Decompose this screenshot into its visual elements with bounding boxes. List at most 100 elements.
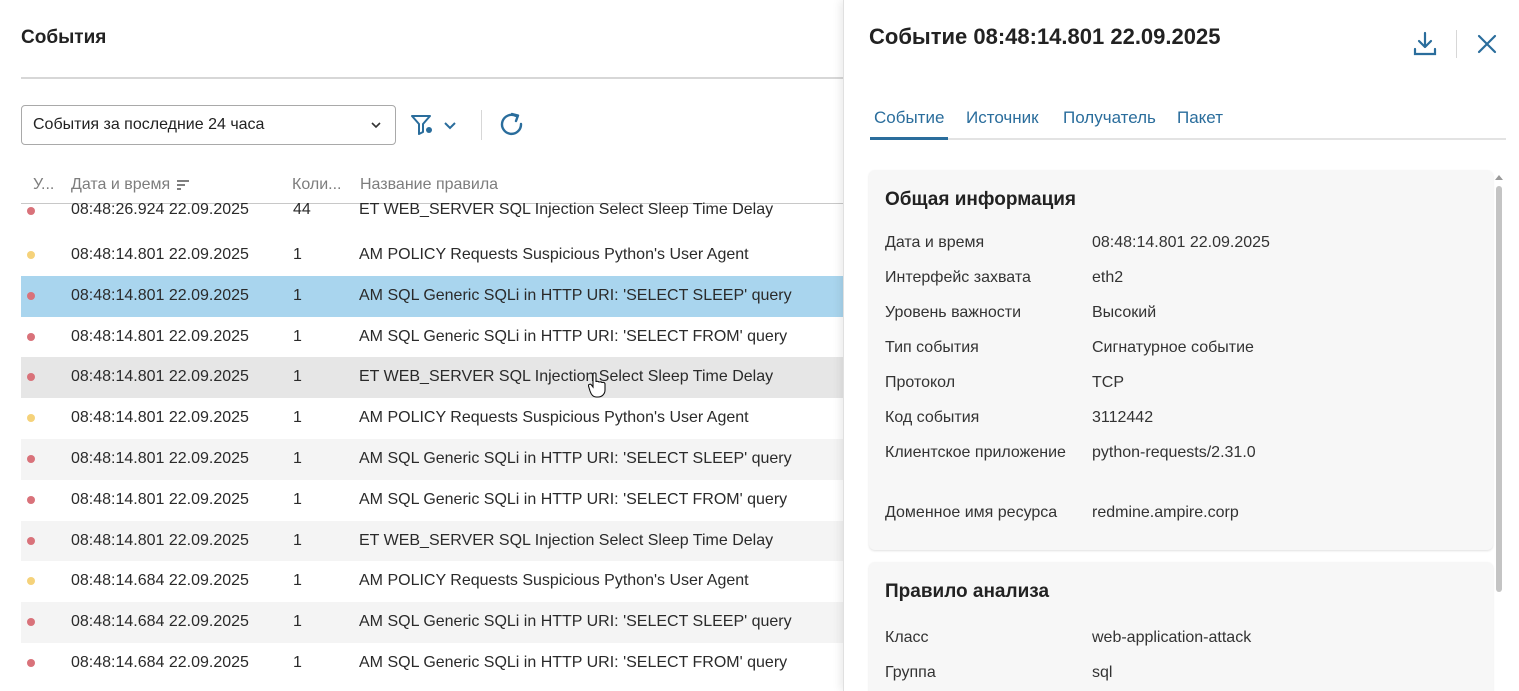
cell-datetime: 08:48:14.801 22.09.2025 — [71, 368, 249, 386]
column-header-status[interactable]: У... — [33, 176, 54, 194]
severity-dot — [27, 251, 35, 259]
page-title: События — [21, 27, 107, 48]
table-row[interactable]: 08:48:14.684 22.09.2025 1 AM POLICY Reques… — [21, 561, 843, 602]
field-value: web-application-attack — [1092, 629, 1252, 646]
cell-count: 44 — [293, 201, 311, 218]
table-row[interactable]: 08:48:14.801 22.09.2025 1 AM SQL Generic S… — [21, 275, 843, 317]
severity-dot — [27, 495, 35, 504]
column-header-rule[interactable]: Название правила — [360, 176, 498, 194]
field-value: python-requests/2.31.0 — [1092, 444, 1256, 461]
cell-count: 1 — [293, 531, 302, 549]
cell-count: 1 — [293, 490, 302, 508]
table-row[interactable]: 08:48:14.684 22.09.2025 1 AM SQL Generic S… — [21, 643, 843, 684]
column-header-datetime-label: Дата и время — [71, 176, 171, 193]
cell-rule-name: AM SQL Generic SQLi in HTTP URI: 'SELECT… — [359, 327, 788, 345]
field-value: sql — [1092, 664, 1113, 681]
cell-count: 1 — [293, 368, 302, 386]
table-row[interactable]: 08:48:14.801 22.09.2025 1 AM POLICY Reques… — [21, 398, 843, 439]
cell-count: 1 — [293, 246, 302, 263]
title-divider — [21, 77, 843, 79]
detail-scroll-area: Общая информация Дата и время 08:48:14.80… — [869, 168, 1499, 691]
field-value: eth2 — [1092, 269, 1124, 286]
table-row[interactable]: 08:48:14.801 22.09.2025 1 ET WEB_SERVER SQ… — [21, 520, 843, 562]
column-header-datetime[interactable]: Дата и время — [71, 176, 190, 194]
detail-tabs: Событие Источник Получатель Пакет — [870, 98, 1506, 140]
field-label: Интерфейс захвата — [885, 269, 1031, 286]
cell-rule-name: ET WEB_SERVER SQL Injection Select Sleep… — [359, 201, 774, 218]
chevron-down-icon — [371, 122, 381, 129]
cell-rule-name: AM SQL Generic SQLi in HTTP URI: 'SELECT… — [359, 613, 792, 631]
scroll-up-arrow-icon[interactable] — [1495, 175, 1503, 180]
field-label: Уровень важности — [885, 304, 1021, 321]
severity-dot — [27, 536, 35, 545]
table-row[interactable]: 08:48:14.801 22.09.2025 1 AM SQL Generic S… — [21, 480, 843, 521]
cell-rule-name: AM POLICY Requests Suspicious Python's U… — [359, 572, 749, 590]
field-value: 08:48:14.801 22.09.2025 — [1092, 234, 1270, 251]
field-label: Код события — [885, 409, 980, 426]
download-icon[interactable] — [1411, 30, 1439, 58]
cell-rule-name: AM SQL Generic SQLi in HTTP URI: 'SELECT… — [359, 490, 788, 508]
cell-datetime: 08:48:14.684 22.09.2025 — [71, 572, 249, 590]
severity-dot — [27, 332, 35, 341]
cell-datetime: 08:48:14.684 22.09.2025 — [71, 613, 249, 631]
events-table-body: 08:48:26.924 22.09.2025 44 ET WEB_SERVER S… — [21, 201, 843, 684]
general-info-heading: Общая информация — [885, 189, 1077, 210]
cell-count: 1 — [293, 613, 302, 631]
field-label: Доменное имя ресурса — [885, 504, 1058, 521]
severity-dot — [27, 291, 35, 300]
cell-datetime: 08:48:14.801 22.09.2025 — [71, 286, 249, 304]
cell-rule-name: AM POLICY Requests Suspicious Python's U… — [359, 246, 749, 263]
cell-datetime: 08:48:14.684 22.09.2025 — [71, 653, 249, 671]
cell-count: 1 — [293, 572, 302, 590]
analysis-rule-card: Правило анализа Класс web-application-att… — [869, 562, 1493, 691]
severity-dot — [27, 454, 35, 463]
close-icon[interactable] — [1475, 32, 1499, 56]
tab-destination[interactable]: Получатель — [1063, 108, 1156, 128]
field-label: Тип события — [885, 339, 979, 356]
severity-dot — [27, 414, 35, 423]
cell-count: 1 — [293, 327, 302, 345]
event-detail-panel: Событие 08:48:14.801 22.09.2025 Событие … — [843, 0, 1519, 691]
scrollbar-thumb[interactable] — [1496, 186, 1502, 592]
cell-rule-name: AM SQL Generic SQLi in HTTP URI: 'SELECT… — [359, 653, 788, 671]
field-value: Высокий — [1092, 304, 1157, 321]
tab-event[interactable]: Событие — [874, 108, 944, 128]
cell-count: 1 — [293, 449, 302, 467]
cell-datetime: 08:48:14.801 22.09.2025 — [71, 490, 249, 508]
filter-button[interactable] — [409, 110, 457, 140]
cell-rule-name: ET WEB_SERVER SQL Injection Select Sleep… — [359, 368, 774, 386]
sort-icon[interactable] — [176, 179, 190, 191]
field-label: Клиентское приложение — [885, 444, 1066, 461]
field-label: Дата и время — [885, 234, 985, 251]
cell-count: 1 — [293, 409, 302, 427]
cell-datetime: 08:48:14.801 22.09.2025 — [71, 531, 249, 549]
active-tab-indicator — [870, 137, 948, 140]
tab-packet[interactable]: Пакет — [1177, 108, 1223, 128]
cell-datetime: 08:48:26.924 22.09.2025 — [71, 201, 249, 218]
refresh-icon[interactable] — [497, 110, 527, 140]
field-value: redmine.ampire.corp — [1092, 504, 1239, 521]
field-value: 3112442 — [1092, 409, 1154, 426]
cell-datetime: 08:48:14.801 22.09.2025 — [71, 327, 249, 345]
filter-icon — [411, 115, 432, 135]
table-row[interactable]: 08:48:14.801 22.09.2025 1 AM POLICY Reques… — [21, 235, 843, 276]
table-row[interactable]: 08:48:14.684 22.09.2025 1 AM SQL Generic S… — [21, 602, 843, 643]
chevron-down-icon — [444, 122, 456, 130]
table-row[interactable]: 08:48:14.801 22.09.2025 1 AM SQL Generic S… — [21, 317, 843, 358]
column-header-count[interactable]: Коли... — [292, 176, 341, 194]
cell-rule-name: AM SQL Generic SQLi in HTTP URI: 'SELECT… — [359, 286, 792, 304]
table-row[interactable]: 08:48:14.801 22.09.2025 1 ET WEB_SERVER SQ… — [21, 357, 843, 399]
cell-datetime: 08:48:14.801 22.09.2025 — [71, 449, 249, 467]
general-info-card: Общая информация Дата и время 08:48:14.80… — [869, 170, 1493, 550]
cell-count: 1 — [293, 286, 302, 304]
field-label: Группа — [885, 664, 936, 681]
cell-rule-name: AM POLICY Requests Suspicious Python's U… — [359, 409, 749, 427]
severity-dot — [27, 618, 35, 627]
field-value: Сигнатурное событие — [1092, 339, 1254, 356]
table-row[interactable]: 08:48:26.924 22.09.2025 44 ET WEB_SERVER S… — [21, 201, 843, 235]
period-select-value: События за последние 24 часа — [33, 116, 265, 133]
tab-source[interactable]: Источник — [966, 108, 1039, 128]
table-row[interactable]: 08:48:14.801 22.09.2025 1 AM SQL Generic S… — [21, 438, 843, 480]
period-select[interactable]: События за последние 24 часа — [21, 105, 396, 145]
table-header: У... Дата и время Коли... Название прави… — [21, 168, 843, 204]
